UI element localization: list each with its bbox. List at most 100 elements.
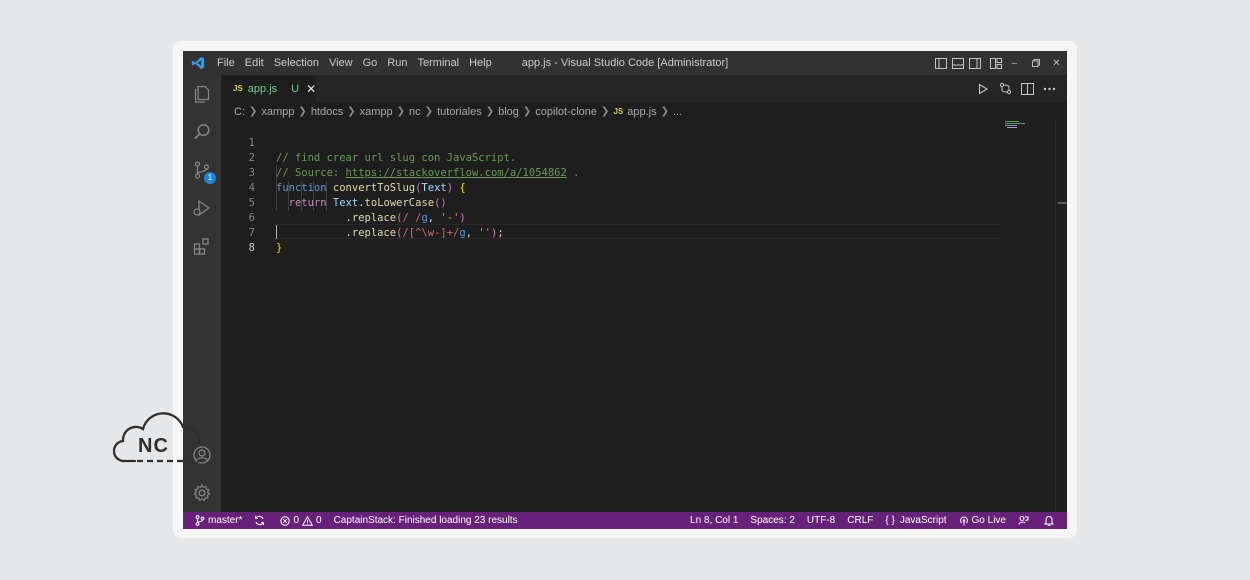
error-icon bbox=[280, 515, 291, 526]
chevron-right-icon: ❯ bbox=[522, 106, 532, 117]
more-actions-icon[interactable] bbox=[1041, 81, 1057, 97]
text-cursor bbox=[276, 225, 277, 239]
breadcrumb-item[interactable]: copilot-clone bbox=[535, 106, 597, 118]
code-editor[interactable]: 1 // find crear url slug con JavaScript.… bbox=[221, 121, 1067, 512]
chevron-right-icon: ❯ bbox=[396, 106, 406, 117]
sync-icon[interactable] bbox=[248, 515, 274, 526]
problems-status[interactable]: 0 0 bbox=[274, 512, 327, 529]
code-line: 6 .replace(/[^\w-]+/g, ''); bbox=[221, 196, 1067, 239]
explorer-icon[interactable] bbox=[183, 75, 221, 113]
nc-logo: NC bbox=[113, 412, 203, 463]
breadcrumb-item[interactable]: xampp bbox=[360, 106, 393, 118]
line-number-active: 8 bbox=[248, 242, 255, 254]
menu-file[interactable]: File bbox=[213, 51, 240, 75]
minimap[interactable] bbox=[1005, 121, 1053, 133]
js-file-icon: JS bbox=[233, 84, 243, 93]
menu-help[interactable]: Help bbox=[464, 51, 497, 75]
minimize-icon[interactable]: – bbox=[1004, 51, 1025, 75]
source-control-icon[interactable]: 1 bbox=[183, 151, 221, 189]
close-tab-icon[interactable]: ✕ bbox=[306, 82, 316, 96]
manage-gear-icon[interactable] bbox=[183, 474, 221, 512]
error-count: 0 bbox=[293, 515, 300, 526]
search-icon[interactable] bbox=[183, 113, 221, 151]
chevron-right-icon: ❯ bbox=[249, 106, 258, 117]
scrollbar-cursor-marker bbox=[1058, 202, 1067, 204]
customize-layout-icon[interactable] bbox=[987, 51, 1004, 75]
menu-terminal[interactable]: Terminal bbox=[413, 51, 465, 75]
nc-logo-text: NC bbox=[138, 435, 169, 457]
warning-icon bbox=[302, 515, 314, 526]
chevron-right-icon: ❯ bbox=[424, 106, 434, 117]
source-control-badge: 1 bbox=[204, 172, 216, 184]
menu-run[interactable]: Run bbox=[382, 51, 412, 75]
title-bar: File Edit Selection View Go Run Terminal… bbox=[183, 51, 1067, 75]
chevron-right-icon: ❯ bbox=[347, 106, 356, 117]
menu-view[interactable]: View bbox=[324, 51, 358, 75]
menu-edit[interactable]: Edit bbox=[240, 51, 269, 75]
chevron-right-icon: ❯ bbox=[601, 106, 610, 117]
breadcrumb-item[interactable]: C: bbox=[234, 106, 245, 118]
vscode-window: File Edit Selection View Go Run Terminal… bbox=[183, 51, 1067, 529]
git-branch-icon bbox=[195, 515, 205, 526]
run-debug-icon[interactable] bbox=[183, 189, 221, 227]
menu-go[interactable]: Go bbox=[358, 51, 383, 75]
notifications-bell-icon[interactable] bbox=[1038, 515, 1063, 526]
warning-count: 0 bbox=[316, 515, 322, 526]
language-label: JavaScript bbox=[899, 515, 947, 526]
run-code-icon[interactable] bbox=[975, 81, 991, 97]
breadcrumb-item[interactable]: xampp bbox=[261, 106, 294, 118]
breadcrumb-item[interactable]: tutoriales bbox=[437, 106, 482, 118]
tab-bar: JS app.js U ✕ bbox=[221, 75, 1067, 102]
feedback-icon[interactable] bbox=[1012, 515, 1038, 526]
menu-bar: File Edit Selection View Go Run Terminal… bbox=[213, 51, 497, 75]
code-line: 4 return Text.toLowerCase() bbox=[221, 166, 1067, 209]
encoding[interactable]: UTF-8 bbox=[801, 512, 841, 529]
code-line: 2 // Source: https://stackoverflow.com/a… bbox=[221, 136, 1067, 179]
status-bar-right: Ln 8, Col 1 Spaces: 2 UTF-8 CRLF { } Jav… bbox=[684, 512, 1063, 529]
vscode-logo-icon bbox=[183, 51, 213, 75]
vertical-scrollbar[interactable] bbox=[1055, 121, 1067, 512]
breadcrumb-file[interactable]: app.js bbox=[627, 106, 656, 118]
broadcast-icon bbox=[959, 516, 968, 525]
toggle-secondary-sidebar-icon[interactable] bbox=[966, 51, 983, 75]
braces-icon: { } bbox=[885, 515, 895, 526]
extensions-icon[interactable] bbox=[183, 227, 221, 265]
close-window-icon[interactable]: ✕ bbox=[1046, 51, 1067, 75]
indentation[interactable]: Spaces: 2 bbox=[744, 512, 800, 529]
go-live-label: Go Live bbox=[971, 515, 1006, 526]
breadcrumb-symbols[interactable]: ... bbox=[673, 106, 682, 118]
cursor-position[interactable]: Ln 8, Col 1 bbox=[684, 512, 744, 529]
tab-label: app.js bbox=[247, 82, 278, 95]
editor-actions bbox=[975, 75, 1057, 102]
chevron-right-icon: ❯ bbox=[298, 106, 307, 117]
code-line: 7 } bbox=[221, 211, 1067, 254]
extension-message[interactable]: CaptainStack: Finished loading 23 result… bbox=[328, 512, 524, 529]
split-editor-icon[interactable] bbox=[1019, 81, 1035, 97]
end-of-line[interactable]: CRLF bbox=[841, 512, 879, 529]
restore-icon[interactable] bbox=[1025, 51, 1046, 75]
branch-status[interactable]: master* bbox=[183, 512, 248, 529]
code-line: 5 .replace(/ /g, '-') bbox=[221, 181, 1067, 224]
tab-app-js[interactable]: JS app.js U ✕ bbox=[221, 75, 316, 102]
menu-selection[interactable]: Selection bbox=[269, 51, 324, 75]
breadcrumb-item[interactable]: blog bbox=[498, 106, 519, 118]
breadcrumb: C: ❯ xampp ❯ htdocs ❯ xampp ❯ nc ❯ tutoriales… bbox=[234, 102, 682, 121]
toggle-sidebar-icon[interactable] bbox=[932, 51, 949, 75]
code-line: 8 bbox=[221, 226, 1067, 254]
toggle-panel-icon[interactable] bbox=[949, 51, 966, 75]
language-mode[interactable]: { } JavaScript bbox=[879, 512, 952, 529]
go-live-button[interactable]: Go Live bbox=[953, 512, 1012, 529]
window-controls: – ✕ bbox=[932, 51, 1067, 75]
code-line: 3 function convertToSlug(Text) { bbox=[221, 151, 1067, 194]
status-bar: master* 0 0 CaptainStack: Finished loadi… bbox=[183, 512, 1067, 529]
code-bracket: } bbox=[276, 242, 283, 254]
open-changes-icon[interactable] bbox=[997, 81, 1013, 97]
js-file-icon: JS bbox=[613, 107, 624, 116]
code-line: 1 // find crear url slug con JavaScript. bbox=[221, 121, 1067, 164]
branch-name: master* bbox=[208, 515, 243, 526]
chevron-right-icon: ❯ bbox=[660, 106, 669, 117]
breadcrumb-item[interactable]: nc bbox=[409, 106, 421, 118]
breadcrumb-item[interactable]: htdocs bbox=[311, 106, 343, 118]
tab-untracked-status: U bbox=[291, 82, 300, 95]
chevron-right-icon: ❯ bbox=[485, 106, 495, 117]
